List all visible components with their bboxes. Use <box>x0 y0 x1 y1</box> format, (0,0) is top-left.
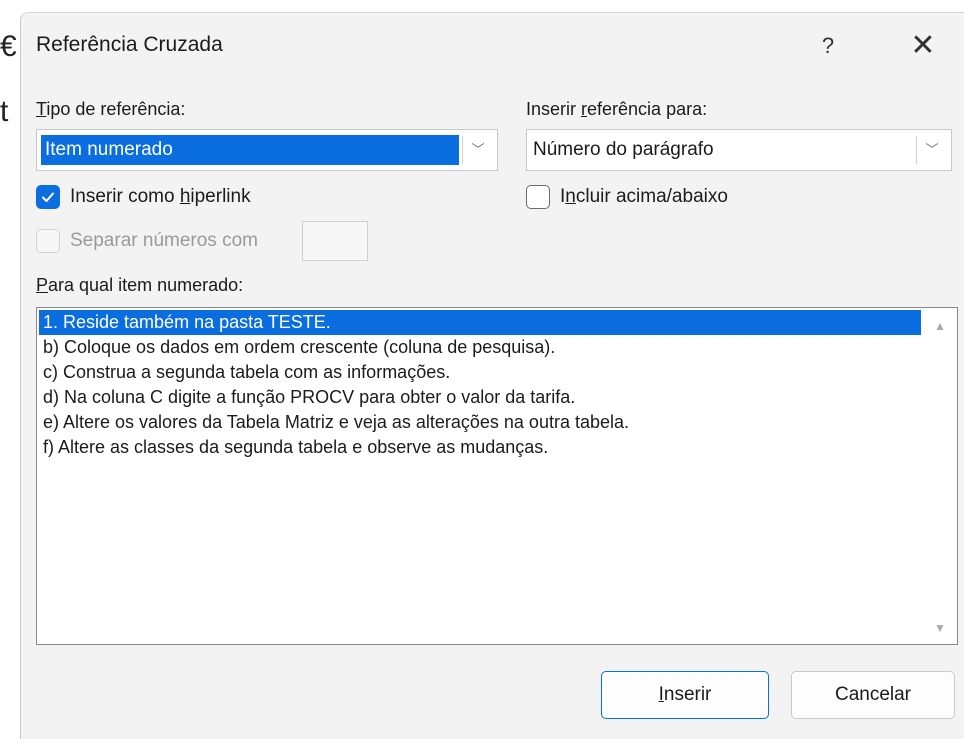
separate-numbers-checkbox[interactable]: Separar números com <box>36 229 258 253</box>
list-item[interactable]: c) Construa a segunda tabela com as info… <box>39 360 921 385</box>
checkbox-unchecked-icon[interactable] <box>526 185 550 209</box>
insert-as-hyperlink-label: Inserir como hiperlink <box>70 186 251 207</box>
reference-type-label: Tipo de referência: <box>36 99 186 119</box>
list-item[interactable]: 1. Reside também na pasta TESTE. <box>39 310 921 335</box>
help-button[interactable]: ? <box>811 29 845 63</box>
separator-input[interactable] <box>302 221 368 261</box>
list-item[interactable]: e) Altere os valores da Tabela Matriz e … <box>39 410 921 435</box>
insert-reference-for-dropdown[interactable]: Número do parágrafo ﹀ <box>526 129 952 171</box>
close-button[interactable]: ✕ <box>903 27 943 65</box>
list-scrollbar[interactable]: ▲ ▼ <box>923 308 957 644</box>
insert-as-hyperlink-checkbox[interactable]: Inserir como hiperlink <box>36 185 251 209</box>
background-document-text: € <box>0 30 17 63</box>
insert-reference-for-label: Inserir referência para: <box>526 99 708 119</box>
chevron-down-icon[interactable]: ﹀ <box>916 136 947 164</box>
reference-type-dropdown[interactable]: Item numerado ﹀ <box>36 129 498 171</box>
background-document-text: t <box>0 95 9 128</box>
include-above-below-checkbox[interactable]: Incluir acima/abaixo <box>526 185 728 209</box>
list-item[interactable]: b) Coloque os dados em ordem crescente (… <box>39 335 921 360</box>
numbered-item-label: Para qual item numerado: <box>36 275 244 295</box>
insert-reference-for-value: Número do parágrafo <box>533 139 714 160</box>
list-item[interactable]: d) Na coluna C digite a função PROCV par… <box>39 385 921 410</box>
separate-numbers-label: Separar números com <box>70 230 258 251</box>
dialog-title: Referência Cruzada <box>36 33 223 56</box>
cancel-button[interactable]: Cancelar <box>791 671 955 719</box>
close-icon: ✕ <box>910 29 936 62</box>
scroll-down-arrow-icon[interactable]: ▼ <box>923 616 957 640</box>
include-above-below-label: Incluir acima/abaixo <box>560 186 728 207</box>
scroll-up-arrow-icon[interactable]: ▲ <box>923 314 957 338</box>
checkbox-disabled-icon <box>36 229 60 253</box>
cross-reference-dialog: Referência Cruzada ? ✕ Tipo de referênci… <box>20 12 964 739</box>
chevron-down-icon[interactable]: ﹀ <box>462 136 493 164</box>
reference-type-value: Item numerado <box>41 135 459 165</box>
list-items-container: 1. Reside também na pasta TESTE. b) Coloq… <box>39 310 921 460</box>
list-item[interactable]: f) Altere as classes da segunda tabela e… <box>39 435 921 460</box>
numbered-items-list[interactable]: 1. Reside também na pasta TESTE. b) Coloq… <box>36 307 958 645</box>
checkbox-checked-icon[interactable] <box>36 185 60 209</box>
insert-button[interactable]: Inserir <box>601 671 769 719</box>
